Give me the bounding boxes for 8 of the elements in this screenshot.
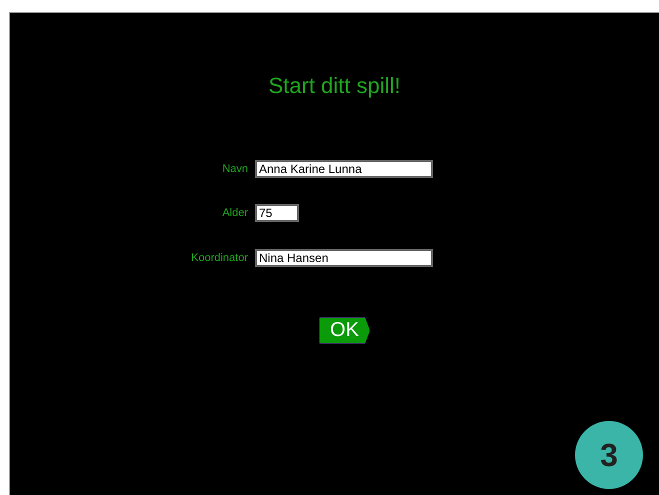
input-field[interactable]: 75 (255, 204, 299, 222)
ok-button[interactable]: OK (319, 317, 370, 344)
field-label: Alder (221, 206, 248, 221)
input-field[interactable]: Nina Hansen (255, 249, 433, 267)
field-label: Navn (221, 162, 248, 177)
game-title: Start ditt spill! (268, 73, 401, 99)
field-label: Koordinator (190, 250, 248, 266)
input-field[interactable]: Anna Karine Lunna (255, 160, 433, 178)
